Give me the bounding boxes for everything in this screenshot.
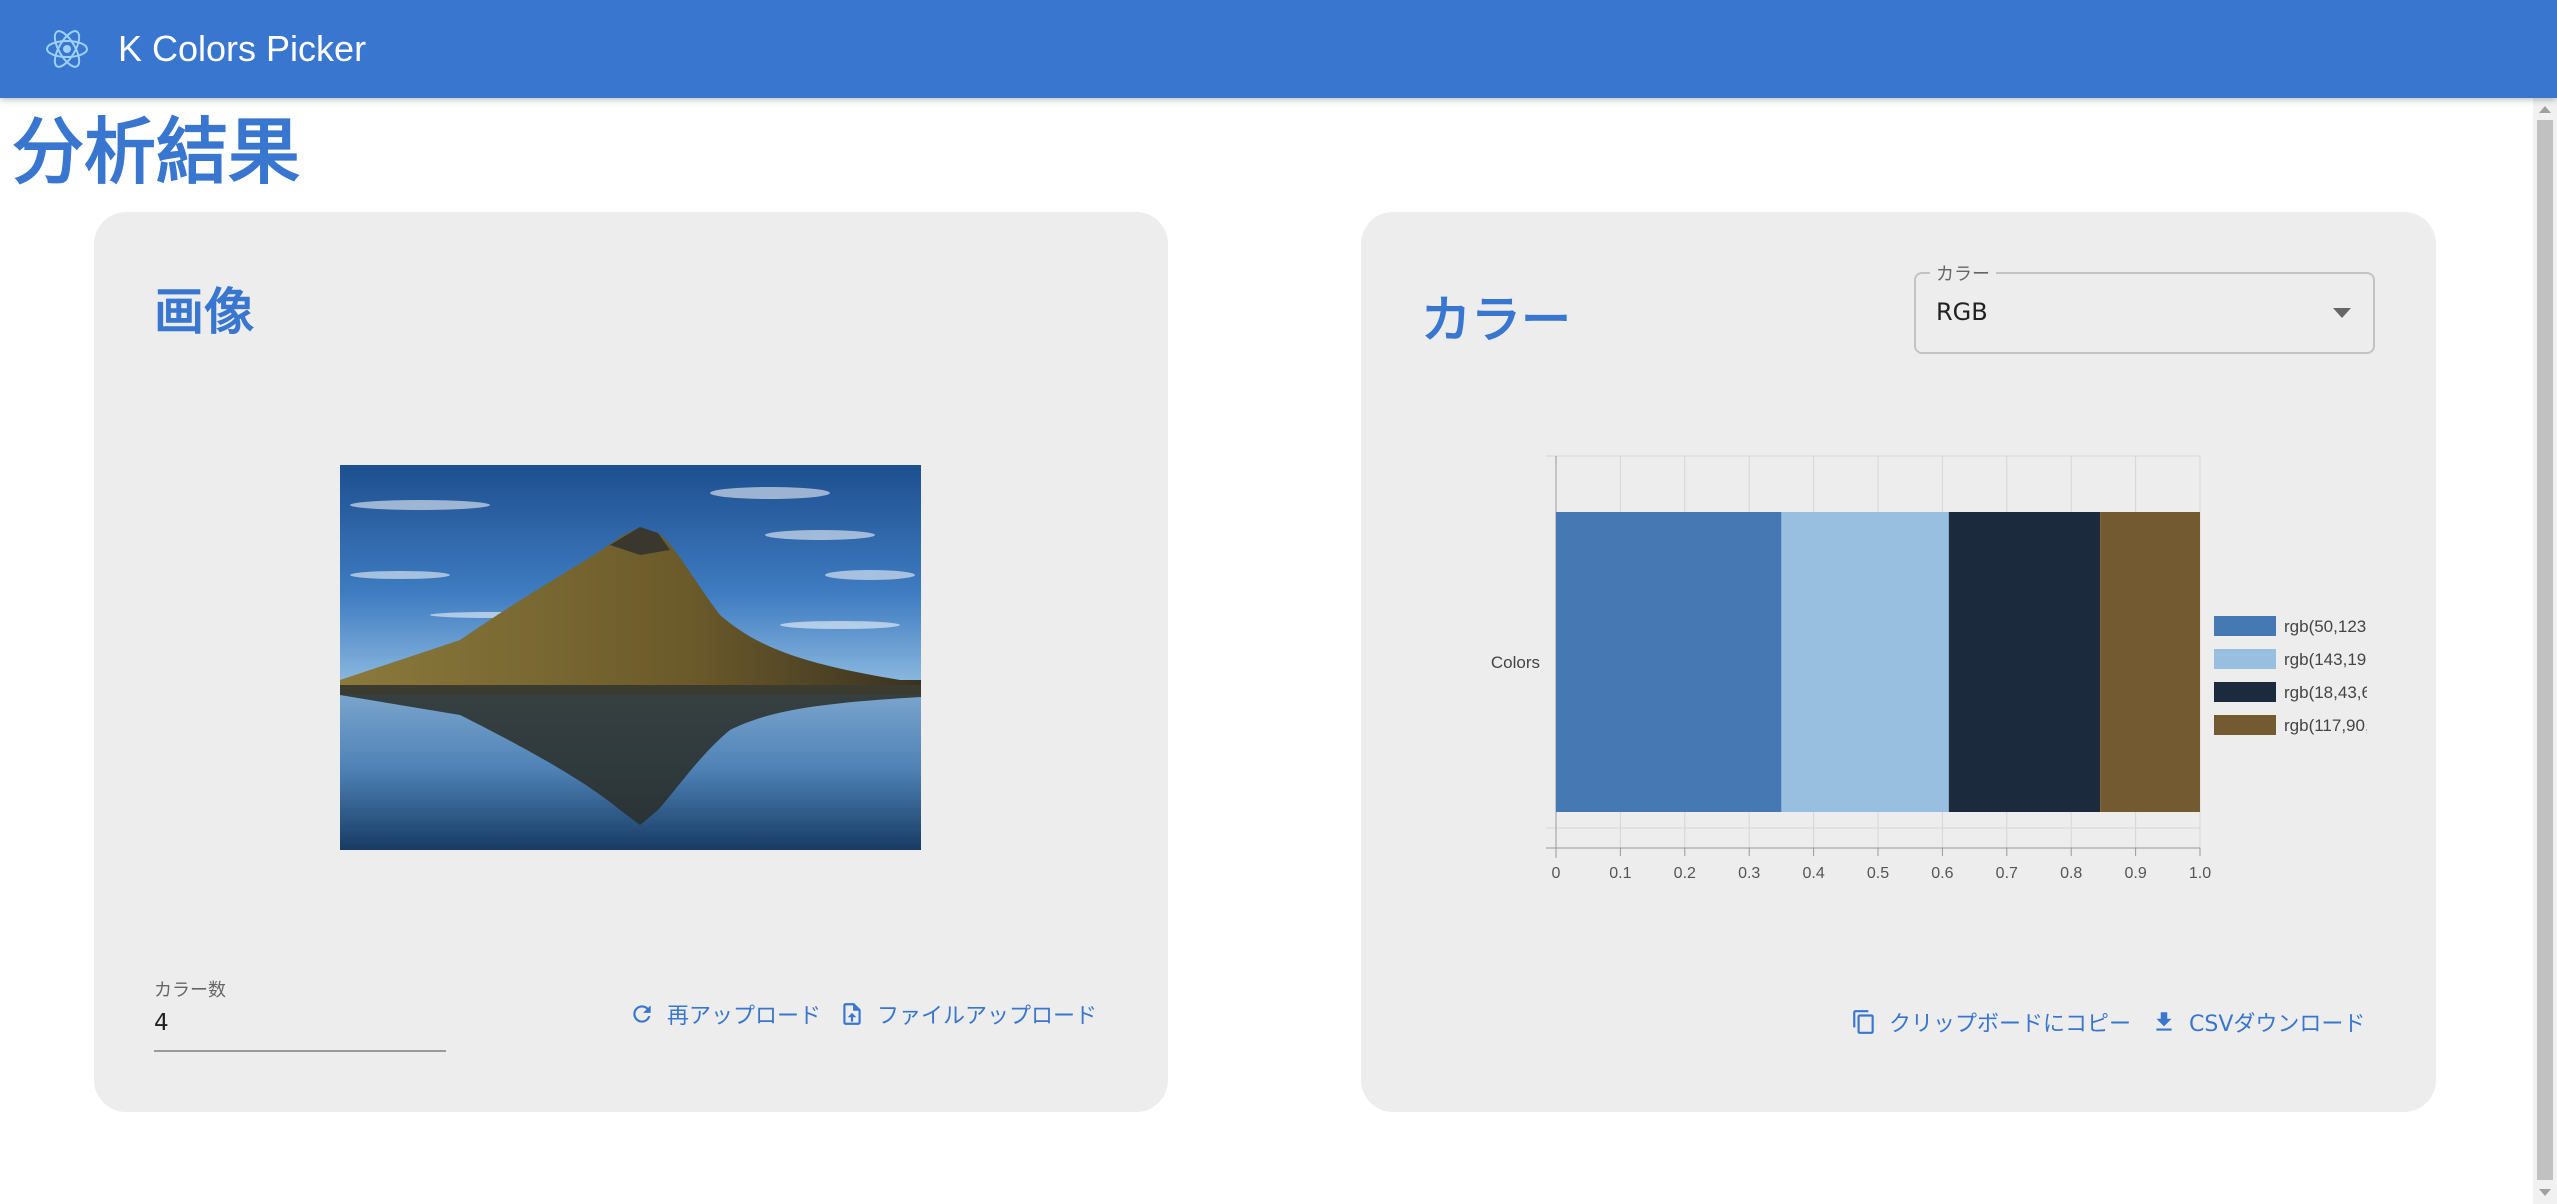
x-tick-label: 0.7 (1996, 865, 2018, 882)
color-format-select[interactable]: カラー RGB (1914, 260, 2375, 354)
file-upload-button[interactable]: ファイルアップロード (839, 998, 1097, 1030)
scroll-down-arrow-icon[interactable] (2539, 1189, 2551, 1196)
app-title: K Colors Picker (118, 28, 367, 69)
bar-segment (1556, 512, 1782, 812)
legend-swatch (2214, 616, 2276, 636)
legend-swatch (2214, 715, 2276, 735)
scroll-up-arrow-icon[interactable] (2539, 106, 2551, 113)
bar-segment (1781, 512, 1949, 812)
uploaded-image (340, 465, 921, 850)
legend-swatch (2214, 649, 2276, 669)
download-icon (2156, 1012, 2172, 1031)
x-tick-label: 0.4 (1802, 865, 1824, 882)
csv-label: CSVダウンロード (2189, 1012, 2366, 1037)
image-card: 画像 カラー数 4 再アップロード ファイルアップロード (94, 212, 1168, 1112)
color-format-select-value: RGB (1936, 298, 1988, 326)
color-proportion-chart: Colors 0 0.1 0.2 0.3 0.4 0.5 0.6 0.7 0.8 0.9 1.0 rgb… (1491, 455, 2367, 882)
color-format-select-label: カラー (1930, 260, 1996, 286)
x-tick-label: 0.5 (1867, 865, 1889, 882)
color-card: カラー カラー RGB Colors 0 0.1 0.2 0.3 0.4 0.5 0.6 0.7… (1361, 212, 2436, 1112)
legend-label: rgb(18,43,62) (2284, 683, 2367, 702)
legend-label: rgb(143,192,226) (2284, 650, 2367, 669)
image-card-heading: 画像 (154, 283, 254, 341)
x-tick-label: 0.9 (2124, 865, 2146, 882)
app-bar: K Colors Picker (0, 0, 2557, 98)
bar-segment (1948, 512, 2101, 812)
x-tick-label: 0 (1552, 865, 1561, 882)
color-card-heading: カラー (1421, 291, 1571, 349)
refresh-icon (633, 1005, 651, 1023)
reupload-label: 再アップロード (667, 1004, 822, 1029)
legend-swatch (2214, 682, 2276, 702)
x-tick-label: 1.0 (2189, 865, 2211, 882)
file-upload-icon (843, 1003, 861, 1025)
x-tick-label: 0.1 (1609, 865, 1631, 882)
x-tick-label: 0.6 (1931, 865, 1953, 882)
bar-segment (2100, 512, 2200, 812)
file-upload-label: ファイルアップロード (877, 1004, 1098, 1029)
color-count-label: カラー数 (154, 980, 226, 1001)
legend-label: rgb(117,90,41) (2284, 716, 2367, 735)
copy-label: クリップボードにコピー (1889, 1012, 2132, 1037)
legend-label: rgb(50,123,184) (2284, 617, 2367, 636)
react-atom-icon (46, 30, 88, 68)
page-title: 分析結果 (12, 110, 301, 194)
copy-to-clipboard-button[interactable]: クリップボードにコピー (1851, 1006, 2131, 1038)
color-count-input[interactable]: 4 (154, 1010, 169, 1036)
x-tick-label: 0.2 (1674, 865, 1696, 882)
reupload-button[interactable]: 再アップロード (629, 998, 821, 1030)
page-scrollbar[interactable] (2533, 98, 2557, 1204)
csv-download-button[interactable]: CSVダウンロード (2151, 1006, 2365, 1038)
scroll-thumb[interactable] (2537, 120, 2553, 1180)
color-count-underline (154, 1050, 446, 1052)
x-tick-label: 0.8 (2060, 865, 2082, 882)
dropdown-arrow-icon (2333, 308, 2351, 318)
copy-icon (1853, 1010, 1874, 1034)
x-tick-label: 0.3 (1738, 865, 1760, 882)
y-category-label: Colors (1491, 653, 1540, 672)
